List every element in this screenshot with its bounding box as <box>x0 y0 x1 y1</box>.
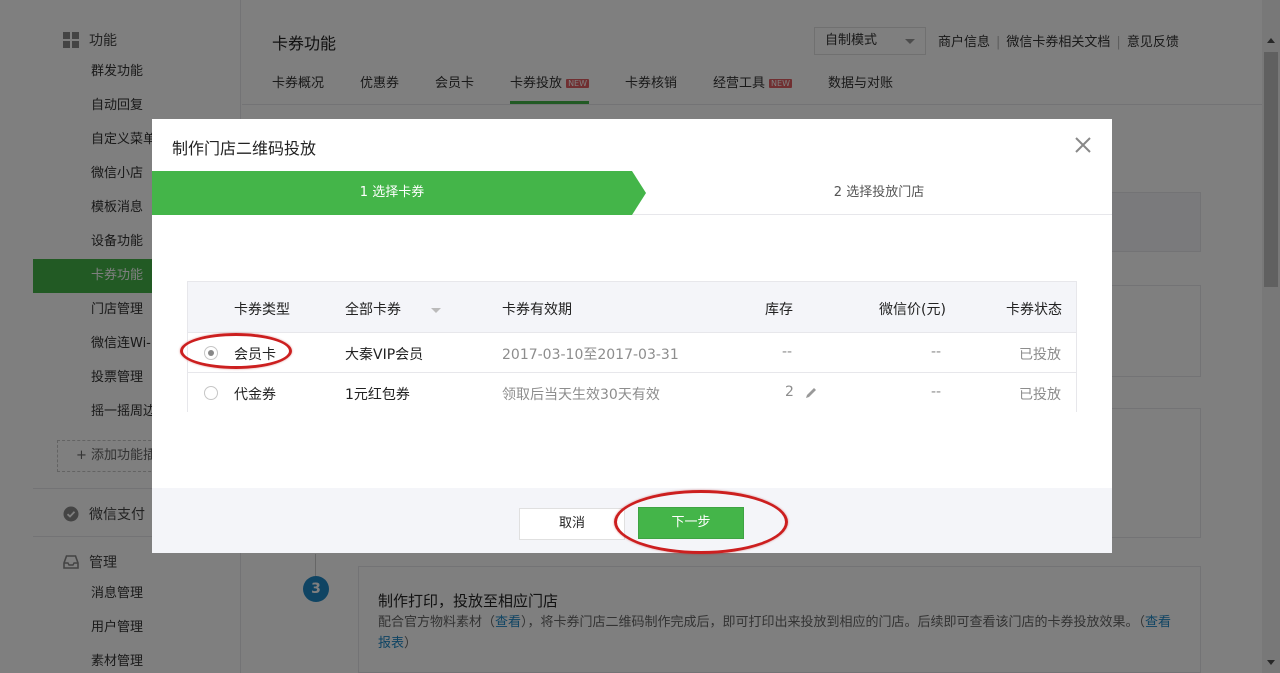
close-icon[interactable] <box>1071 133 1095 157</box>
table-header: 卡券类型 全部卡券 卡券有效期 库存 微信价(元) 卡券状态 <box>188 282 1076 332</box>
chevron-down-icon <box>431 307 441 313</box>
cell-stock: 2 <box>785 384 794 400</box>
dialog-title: 制作门店二维码投放 <box>172 139 317 158</box>
col-header-all-cards[interactable]: 全部卡券 <box>345 299 441 319</box>
cell-validity: 2017-03-10至2017-03-31 <box>502 347 679 363</box>
cell-validity: 领取后当天生效30天有效 <box>502 387 660 403</box>
cell-type: 代金券 <box>234 387 276 403</box>
table-row[interactable]: 会员卡 大秦VIP会员 2017-03-10至2017-03-31 -- -- … <box>188 332 1076 372</box>
cell-status: 已投放 <box>1019 387 1061 403</box>
col-header-type: 卡券类型 <box>234 302 290 318</box>
step-select-store: 2 选择投放门店 <box>833 185 925 200</box>
step-progress: 1 选择卡券 2 选择投放门店 <box>152 171 1112 215</box>
card-radio-selected[interactable] <box>204 346 218 360</box>
step-arrow <box>632 171 646 215</box>
cell-stock: -- <box>782 344 793 360</box>
col-header-price: 微信价(元) <box>879 302 946 318</box>
dialog-footer: 取消 下一步 <box>152 488 1112 553</box>
cell-name: 1元红包券 <box>345 387 410 403</box>
cell-price: -- <box>931 384 942 400</box>
cell-status: 已投放 <box>1019 347 1061 363</box>
cancel-button[interactable]: 取消 <box>519 508 625 540</box>
table-row[interactable]: 代金券 1元红包券 领取后当天生效30天有效 2 -- 已投放 <box>188 372 1076 412</box>
cell-name: 大秦VIP会员 <box>345 347 424 363</box>
cell-price: -- <box>931 344 942 360</box>
col-header-status: 卡券状态 <box>1006 302 1062 318</box>
col-header-validity: 卡券有效期 <box>502 302 572 318</box>
col-header-label: 全部卡券 <box>345 302 401 318</box>
cell-type: 会员卡 <box>234 347 276 363</box>
next-step-button[interactable]: 下一步 <box>638 507 744 539</box>
edit-pencil-icon[interactable] <box>804 386 818 400</box>
qrcode-delivery-dialog: 制作门店二维码投放 1 选择卡券 2 选择投放门店 卡券类型 全部卡券 卡券有效… <box>152 119 1112 553</box>
card-radio[interactable] <box>204 386 218 400</box>
step-select-card-active: 1 选择卡券 <box>152 171 632 215</box>
col-header-stock: 库存 <box>765 302 793 318</box>
card-table: 卡券类型 全部卡券 卡券有效期 库存 微信价(元) 卡券状态 会员卡 大秦VIP… <box>187 281 1077 412</box>
